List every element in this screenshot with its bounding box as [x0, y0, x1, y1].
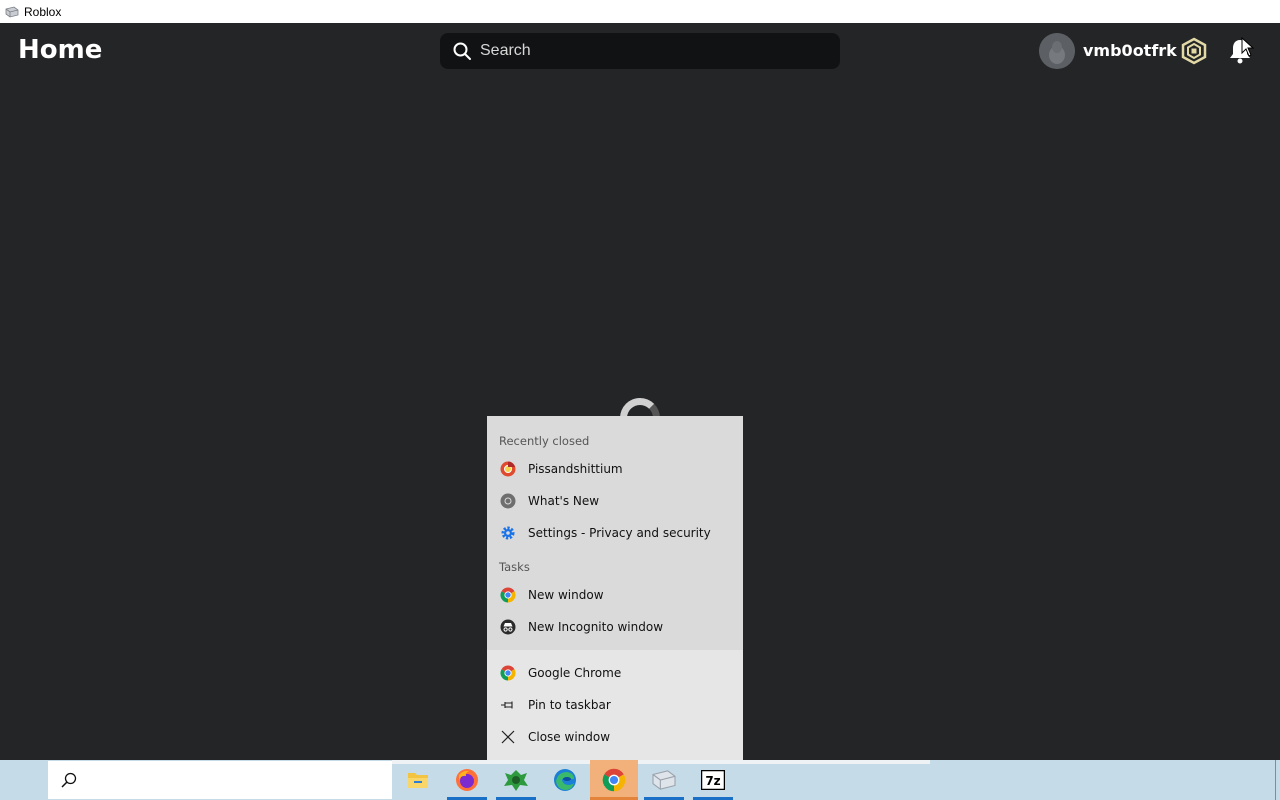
close-icon	[500, 729, 516, 745]
folder-icon	[408, 773, 428, 788]
firefox-icon	[456, 769, 478, 791]
jumplist-item-label: Close window	[528, 730, 611, 744]
incognito-icon	[500, 619, 516, 635]
jumplist-item-pissandshittium[interactable]: Pissandshittium	[487, 453, 743, 485]
show-desktop-edge[interactable]	[1275, 760, 1276, 800]
jumplist-app-section: Google Chrome Pin to taskbar Close windo…	[487, 650, 743, 760]
window-title: Roblox	[24, 4, 62, 19]
roblox-app-icon	[652, 770, 676, 790]
avatar-image	[1039, 33, 1075, 69]
jumplist-item-label: New window	[528, 588, 604, 602]
taskbar-search-box[interactable]	[48, 761, 392, 799]
taskbar-7zip[interactable]: 7z	[689, 760, 737, 800]
jumplist-item-new-incognito-window[interactable]: New Incognito window	[487, 611, 743, 643]
chrome-icon	[500, 587, 516, 603]
jumplist-item-settings-privacy[interactable]: Settings - Privacy and security	[487, 517, 743, 549]
chromium-favicon	[500, 461, 516, 477]
roblox-header: Home vmb0otfrk	[0, 23, 1280, 79]
pin-icon	[500, 697, 516, 713]
recently-closed-header: Recently closed	[499, 434, 590, 448]
window-title-bar: Roblox	[0, 0, 1280, 23]
taskbar-edge[interactable]	[541, 760, 589, 800]
jumplist-item-label: What's New	[528, 494, 600, 508]
search-icon	[61, 772, 77, 788]
chrome-grey-icon	[500, 493, 516, 509]
tasks-header: Tasks	[499, 560, 530, 574]
jumplist-item-label: Settings - Privacy and security	[528, 526, 711, 540]
edge-icon	[554, 769, 576, 791]
username[interactable]: vmb0otfrk	[1083, 41, 1177, 60]
page-title: Home	[18, 35, 103, 65]
search-icon	[453, 42, 471, 60]
jumplist-item-label: Pissandshittium	[528, 462, 623, 476]
taskbar-firefox[interactable]	[443, 760, 491, 800]
jumplist-item-close-window[interactable]: Close window	[487, 721, 743, 753]
jumplist-item-label: Pin to taskbar	[528, 698, 611, 712]
chrome-icon	[602, 768, 626, 792]
sevenzip-label: 7z	[705, 774, 720, 788]
taskbar-google-chrome[interactable]	[590, 760, 638, 800]
search-input[interactable]	[480, 42, 820, 60]
taskbar-roblox[interactable]	[640, 760, 688, 800]
avatar[interactable]	[1039, 33, 1075, 69]
robux-icon[interactable]	[1181, 37, 1207, 65]
roblox-app-icon	[5, 6, 19, 17]
chrome-icon	[500, 665, 516, 681]
jumplist-item-label: New Incognito window	[528, 620, 664, 634]
windows-taskbar: 7z	[0, 760, 1280, 800]
settings-gear-icon	[500, 525, 516, 541]
jumplist-item-google-chrome[interactable]: Google Chrome	[487, 657, 743, 689]
mouse-cursor-icon	[1241, 37, 1255, 57]
jumplist-item-whats-new[interactable]: What's New	[487, 485, 743, 517]
taskbar-jump-list: Recently closed Pissandshittium What's N…	[487, 416, 743, 760]
jumplist-item-pin-to-taskbar[interactable]: Pin to taskbar	[487, 689, 743, 721]
sevenzip-icon: 7z	[701, 770, 725, 790]
taskbar-green-app[interactable]	[492, 760, 540, 800]
jumplist-item-new-window[interactable]: New window	[487, 579, 743, 611]
taskbar-file-explorer[interactable]	[394, 760, 442, 800]
jumplist-item-label: Google Chrome	[528, 666, 622, 680]
search-bar[interactable]	[440, 33, 840, 69]
green-app-icon	[504, 770, 528, 791]
